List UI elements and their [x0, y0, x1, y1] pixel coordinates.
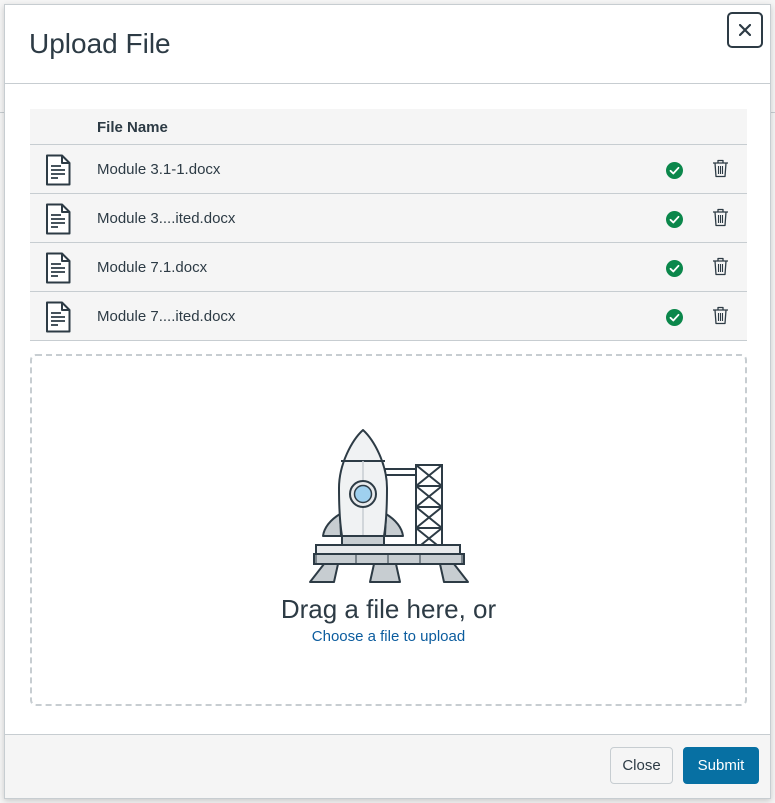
- file-dropzone[interactable]: Drag a file here, or Choose a file to up…: [30, 354, 747, 706]
- close-dialog-button[interactable]: [727, 12, 763, 48]
- dialog-footer: Close Submit: [5, 734, 770, 798]
- table-row: Module 7....ited.docx: [30, 292, 747, 341]
- file-name: Module 7....ited.docx: [97, 308, 236, 325]
- check-circle-icon: [666, 260, 683, 277]
- table-row: Module 7.1.docx: [30, 243, 747, 292]
- file-list: File Name Module 3.1-1.docx Module 3....…: [30, 109, 747, 341]
- close-button[interactable]: Close: [610, 747, 673, 784]
- dialog-title: Upload File: [29, 28, 171, 59]
- document-icon: [46, 252, 71, 284]
- choose-file-link[interactable]: Choose a file to upload: [32, 628, 745, 645]
- drag-instruction: Drag a file here, or: [280, 594, 497, 624]
- check-circle-icon: [666, 162, 683, 179]
- trash-icon[interactable]: [712, 208, 729, 227]
- check-circle-icon: [666, 211, 683, 228]
- upload-file-dialog: Upload File File Name Module 3.1-1.docx: [4, 4, 771, 799]
- document-icon: [46, 301, 71, 333]
- file-name: Module 7.1.docx: [97, 259, 208, 276]
- trash-icon[interactable]: [712, 306, 729, 325]
- trash-icon[interactable]: [712, 159, 729, 178]
- check-circle-icon: [666, 309, 683, 326]
- submit-button[interactable]: Submit: [683, 747, 759, 784]
- dialog-header: Upload File: [5, 5, 770, 84]
- close-icon: [739, 24, 751, 36]
- table-row: Module 3.1-1.docx: [30, 145, 747, 194]
- table-row: Module 3....ited.docx: [30, 194, 747, 243]
- trash-icon[interactable]: [712, 257, 729, 276]
- file-list-header: File Name: [30, 109, 747, 145]
- file-name: Module 3....ited.docx: [97, 210, 236, 227]
- rocket-launchpad-icon: [309, 429, 469, 583]
- document-icon: [46, 154, 71, 186]
- file-name-column-header: File Name: [97, 119, 168, 136]
- document-icon: [46, 203, 71, 235]
- file-name: Module 3.1-1.docx: [97, 161, 221, 178]
